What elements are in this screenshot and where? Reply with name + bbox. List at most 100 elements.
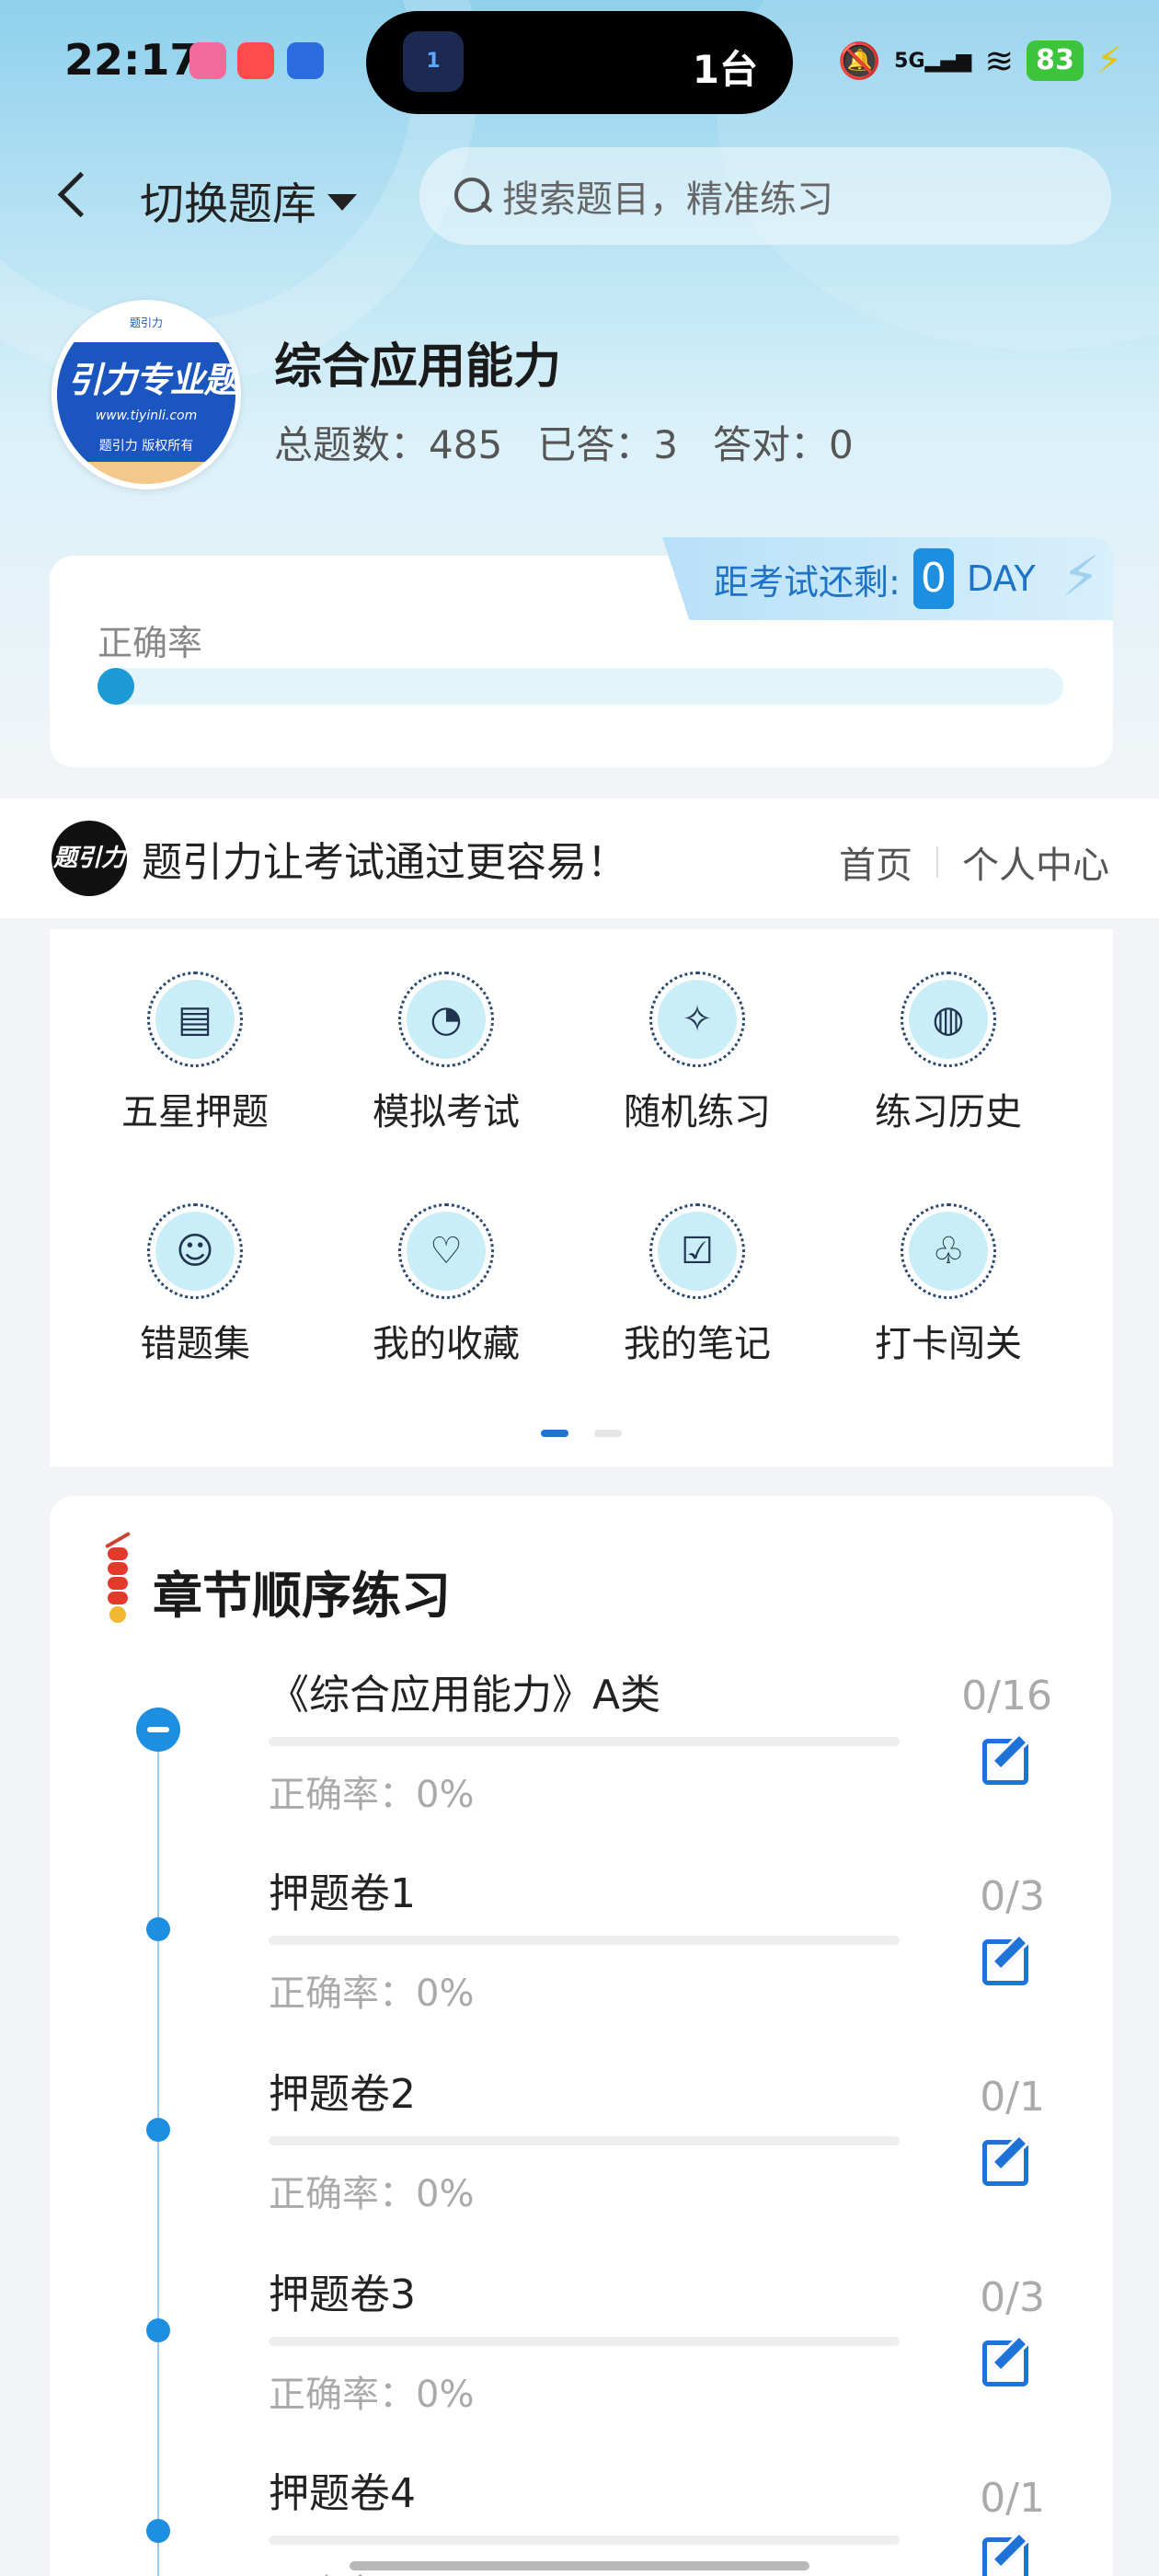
island-text: 1台 (692, 47, 758, 92)
bank-stats: 总题数：485 已答：3 答对：0 (274, 414, 854, 470)
tiyinli-logo: 题引力 (52, 821, 127, 896)
edit-icon[interactable] (982, 2532, 1028, 2576)
chapter-count: 0/1 (980, 2475, 1045, 2522)
broadcast-icon: 1 (403, 31, 464, 92)
chapter-section-title: 章节顺序练习 (153, 1567, 451, 1625)
chapter-count: 0/3 (980, 2274, 1045, 2321)
logo-copyright: 题引力 版权所有 (98, 439, 194, 454)
feature-label: 随机练习 (624, 1091, 771, 1133)
status-bar: 22:17 1 1台 🔕 5G▂▄▆ ≋ 83 ⚡ (0, 0, 1159, 120)
chapter-count: 0/16 (961, 1673, 1052, 1719)
feature-label: 我的笔记 (624, 1323, 771, 1365)
status-icons: 🔕 5G▂▄▆ ≋ 83 ⚡ (838, 37, 1122, 85)
accuracy-label: 正确率 (98, 623, 203, 663)
speedometer-icon: ◔ (398, 972, 494, 1067)
note-check-icon: ☑ (649, 1203, 745, 1299)
chapter-accuracy: 正确率：0% (269, 1972, 475, 2015)
edit-icon[interactable] (982, 2134, 1028, 2186)
countdown-label: 距考试还剩: (714, 561, 901, 603)
chapter-progress-bar (269, 2337, 900, 2346)
countdown-days: 0 (912, 548, 954, 609)
feature-label: 五星押题 (121, 1091, 269, 1133)
stat-value: 0 (828, 422, 854, 467)
logo-url: www.tiyinli.com (95, 408, 198, 423)
feature-label: 打卡闯关 (875, 1323, 1022, 1365)
feature-label: 错题集 (140, 1323, 250, 1365)
chapter-accuracy: 正确率：0% (269, 2374, 475, 2416)
feature-notes[interactable]: ☑ 我的笔记 (572, 1203, 822, 1367)
chapter-progress-bar (269, 1936, 900, 1945)
status-time: 22:17 (64, 35, 200, 85)
stat-label: 总题数： (274, 422, 430, 467)
slogan-nav: 首页 个人中心 (839, 835, 1109, 889)
bank-title: 综合应用能力 (274, 339, 562, 395)
question-bank-logo: 题引力 引力专业题 www.tiyinli.com 题引力 版权所有 (52, 300, 241, 489)
stat-label: 已答： (537, 422, 654, 467)
chapter-progress-bar (269, 1737, 900, 1746)
chapter-count: 0/1 (980, 2074, 1045, 2121)
caret-down-icon (327, 194, 358, 211)
switch-bank-label: 切换题库 (140, 178, 317, 230)
firecracker-icon (99, 1531, 136, 1623)
timeline-node (146, 1917, 170, 1941)
lightning-icon: ⚡ (1061, 545, 1100, 609)
logo-title: 引力专业题 (67, 360, 238, 400)
edit-icon[interactable] (982, 1733, 1028, 1785)
countdown-unit: DAY (966, 558, 1036, 599)
pager-dot-active[interactable] (541, 1430, 568, 1437)
network-icon: ✧ (649, 972, 745, 1067)
divider (936, 846, 938, 878)
home-indicator[interactable] (350, 2561, 809, 2570)
accuracy-progress-track (98, 668, 1063, 705)
head-icon: ☺ (147, 1203, 243, 1299)
feature-history[interactable]: ◍ 练习历史 (823, 972, 1073, 1135)
stat-total: 总题数：485 (274, 414, 502, 470)
heart-icon: ♡ (398, 1203, 494, 1299)
back-button[interactable] (52, 166, 98, 221)
feature-label: 模拟考试 (373, 1091, 520, 1133)
wifi-icon: ≋ (984, 40, 1015, 81)
stat-answered: 已答：3 (537, 414, 678, 470)
feature-check-in[interactable]: ♧ 打卡闯关 (823, 1203, 1073, 1367)
slogan-bar: 题引力 题引力让考试通过更容易！ 首页 个人中心 (0, 799, 1159, 918)
nav-home-link[interactable]: 首页 (839, 835, 912, 889)
globe-icon: ◍ (901, 972, 996, 1067)
chapter-progress-bar (269, 2136, 900, 2145)
collapse-icon[interactable] (136, 1708, 180, 1752)
chapter-accuracy: 正确率：0% (269, 1774, 475, 1816)
stat-value: 485 (429, 422, 503, 467)
stat-value: 3 (653, 422, 678, 467)
island-badge: 1 (426, 50, 441, 73)
battery-indicator: 83 (1027, 40, 1084, 81)
mute-bell-icon: 🔕 (837, 40, 882, 81)
feature-mock-exam[interactable]: ◔ 模拟考试 (321, 972, 571, 1135)
network-type: 5G (894, 49, 925, 73)
search-bar[interactable]: 搜索题目，精准练习 (419, 147, 1111, 245)
pager-dot[interactable] (594, 1430, 622, 1437)
switch-bank-button[interactable]: 切换题库 (140, 167, 358, 232)
chapter-timeline (157, 1730, 159, 2576)
logo-top-text: 题引力 (129, 316, 163, 329)
timeline-node (146, 2519, 170, 2543)
dynamic-island[interactable]: 1 1台 (366, 11, 793, 114)
accuracy-progress-dot (98, 668, 134, 705)
edit-icon[interactable] (982, 1934, 1028, 1985)
signal-icon: 5G▂▄▆ (894, 49, 972, 73)
timeline-node (146, 2118, 170, 2142)
feature-wrong-answers[interactable]: ☺ 错题集 (70, 1203, 320, 1367)
timeline-node (146, 2318, 170, 2342)
feature-random-practice[interactable]: ✧ 随机练习 (572, 972, 822, 1135)
feature-label: 我的收藏 (373, 1323, 520, 1365)
edit-icon[interactable] (982, 2335, 1028, 2386)
feature-favorites[interactable]: ♡ 我的收藏 (321, 1203, 571, 1367)
search-icon (453, 176, 493, 216)
feature-five-star[interactable]: ▤ 五星押题 (70, 972, 320, 1135)
chapter-accuracy: 正确率：0% (269, 2173, 475, 2215)
slogan-text: 题引力让考试通过更容易！ (142, 839, 627, 886)
stat-correct: 答对：0 (713, 414, 854, 470)
bilibili-icon (189, 42, 226, 79)
nav-profile-link[interactable]: 个人中心 (962, 835, 1109, 889)
chapter-progress-bar (269, 2536, 900, 2545)
grid-pager[interactable] (541, 1430, 622, 1437)
stat-label: 答对： (712, 422, 829, 467)
